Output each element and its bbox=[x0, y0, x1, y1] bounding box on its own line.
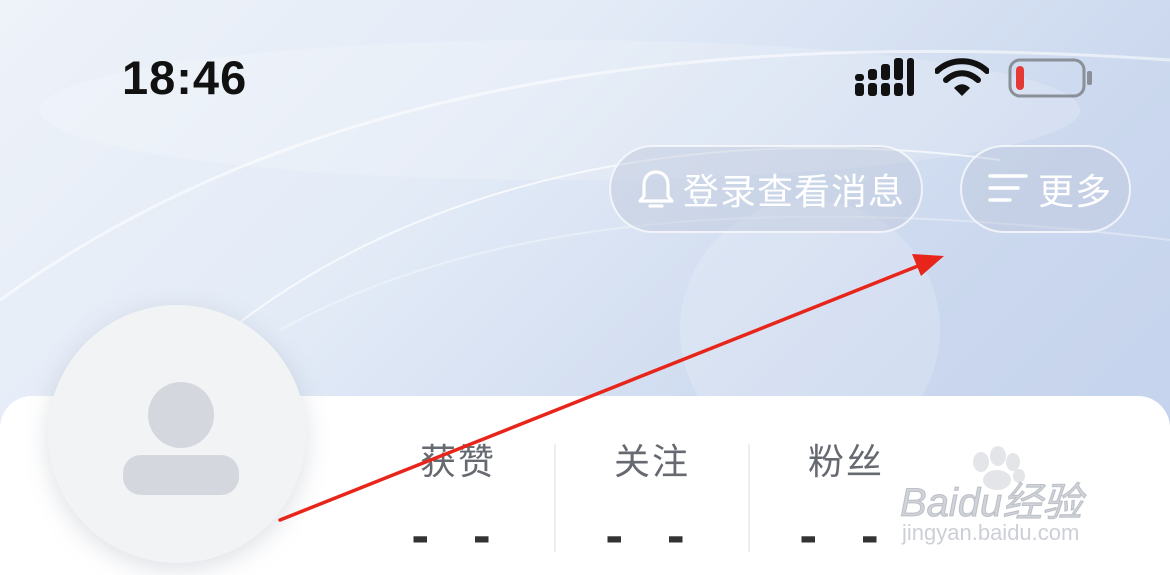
stat-likes-label: 获赞 bbox=[419, 442, 496, 483]
battery-low-icon bbox=[1008, 58, 1092, 98]
stat-divider bbox=[748, 444, 750, 552]
status-time: 18:46 bbox=[122, 51, 248, 104]
more-button[interactable]: 更多 bbox=[960, 145, 1131, 233]
login-view-messages-button[interactable]: 登录查看消息 bbox=[609, 145, 923, 233]
stat-following[interactable]: 关注 - - bbox=[572, 440, 732, 560]
stat-divider bbox=[554, 444, 556, 552]
wifi-icon bbox=[935, 58, 989, 96]
stat-following-value: - - bbox=[605, 512, 699, 563]
bell-icon bbox=[638, 170, 674, 208]
menu-lines-icon bbox=[988, 174, 1028, 202]
stat-likes[interactable]: 获赞 - - bbox=[378, 440, 538, 560]
messages-button-label: 登录查看消息 bbox=[683, 172, 906, 213]
watermark-url: jingyan.baidu.com bbox=[902, 520, 1080, 545]
stat-likes-value: - - bbox=[411, 512, 505, 563]
signal-bars-icon bbox=[855, 58, 914, 96]
default-user-icon bbox=[123, 382, 239, 495]
stat-following-label: 关注 bbox=[613, 442, 690, 483]
more-button-label: 更多 bbox=[1038, 172, 1113, 213]
avatar[interactable] bbox=[48, 305, 306, 563]
